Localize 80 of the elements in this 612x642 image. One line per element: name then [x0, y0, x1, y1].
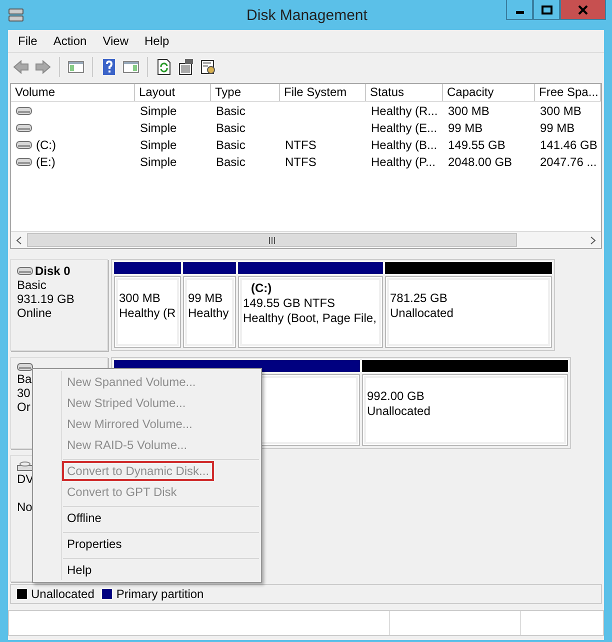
table-cell: Healthy (P... [371, 154, 436, 168]
menu-item[interactable]: Offline [63, 506, 259, 528]
table-cell: (C:) [36, 138, 56, 152]
table-cell: (E:) [36, 154, 56, 168]
menu-item[interactable]: Properties [63, 532, 259, 554]
legend-swatch [17, 589, 27, 599]
legend-swatch [102, 589, 112, 599]
back-arrow-icon[interactable] [12, 58, 30, 76]
table-cell: 2048.00 GB [448, 154, 512, 168]
menu-item[interactable]: Help [136, 34, 178, 48]
table-cell: Simple [140, 138, 177, 152]
partition-panel[interactable]: 781.25 GB Unallocated [385, 276, 552, 348]
table-cell: Healthy (R... [371, 104, 438, 118]
partition-panel[interactable]: 300 MB Healthy (R [114, 276, 181, 348]
settings-icon[interactable] [199, 58, 217, 76]
disk-info: No [17, 500, 32, 514]
panel-icon[interactable] [122, 58, 140, 76]
refresh-icon[interactable] [155, 58, 173, 76]
panel-icon[interactable] [67, 58, 85, 76]
minimize-button[interactable] [506, 0, 533, 20]
menu-item[interactable]: Help [63, 558, 259, 580]
table-cell: NTFS [285, 154, 316, 168]
maximize-icon[interactable] [540, 4, 552, 14]
disk-info: 30 [17, 386, 30, 400]
forward-arrow-icon[interactable] [34, 58, 52, 76]
disk-info: Online [17, 306, 52, 320]
partition-panel[interactable]: (C:) 149.55 GB NTFS Healthy (Boot, Page File, [238, 276, 383, 348]
table-cell: 300 MB [448, 104, 490, 118]
window-title: Disk Management [246, 6, 368, 24]
partition-panel[interactable]: 99 MB Healthy [183, 276, 236, 348]
disk-info: Basic [17, 278, 46, 292]
table-cell: 141.46 GB [540, 138, 598, 152]
table-cell: Healthy (E... [371, 120, 438, 134]
table-cell: Basic [216, 154, 246, 168]
properties-icon[interactable] [177, 58, 195, 76]
table-cell: Basic [216, 120, 246, 134]
drive-icon [16, 140, 32, 150]
drive-icon [16, 156, 32, 166]
scroll-right-icon[interactable] [590, 236, 596, 244]
disk-info: Ba [17, 372, 32, 386]
table-cell: Simple [140, 154, 177, 168]
close-icon[interactable] [578, 4, 588, 14]
maximize-button[interactable] [533, 0, 560, 20]
table-cell: 149.55 GB [448, 138, 506, 152]
table-cell: Basic [216, 138, 246, 152]
table-cell: 2047.76 ... [540, 154, 597, 168]
scrollbar-thumb[interactable] [27, 233, 517, 247]
column-header[interactable]: Status [366, 84, 443, 101]
disk-info: Or [17, 400, 30, 414]
column-header[interactable]: Layout [135, 84, 211, 101]
menu-item[interactable]: View [94, 34, 136, 48]
column-header[interactable]: Volume [11, 84, 135, 101]
menu-item[interactable]: Action [45, 34, 95, 48]
table-cell: Healthy (B... [371, 138, 438, 152]
table-cell: 300 MB [540, 104, 582, 118]
column-header[interactable]: Type [211, 84, 280, 101]
legend-label: Primary partition [116, 587, 204, 601]
partition-header [114, 262, 181, 274]
table-cell: Basic [216, 104, 246, 118]
column-header[interactable]: Capacity [443, 84, 535, 101]
close-button[interactable] [560, 0, 606, 20]
table-cell: NTFS [285, 138, 316, 152]
drive-icon [16, 106, 32, 116]
table-cell: 99 MB [448, 120, 483, 134]
partition-panel[interactable]: 992.00 GB Unallocated [362, 374, 568, 446]
column-header[interactable]: File System [280, 84, 366, 101]
disk-label-panel[interactable]: Disk 0 Basic 931.19 GB Online [10, 259, 108, 351]
disk-info: 931.19 GB [17, 292, 74, 306]
drive-icon [16, 122, 32, 132]
partition-header [183, 262, 236, 274]
table-cell: Simple [140, 120, 177, 134]
column-header[interactable]: Free Spa... [535, 84, 601, 101]
help-icon[interactable] [100, 58, 118, 76]
table-cell: 99 MB [540, 120, 575, 134]
disk-drive-icon [8, 7, 24, 23]
table-cell: Simple [140, 104, 177, 118]
scroll-left-icon[interactable] [16, 236, 22, 244]
legend-label: Unallocated [31, 587, 94, 601]
disk-name: Disk 0 [35, 264, 70, 278]
menu-item[interactable]: File [10, 34, 46, 48]
